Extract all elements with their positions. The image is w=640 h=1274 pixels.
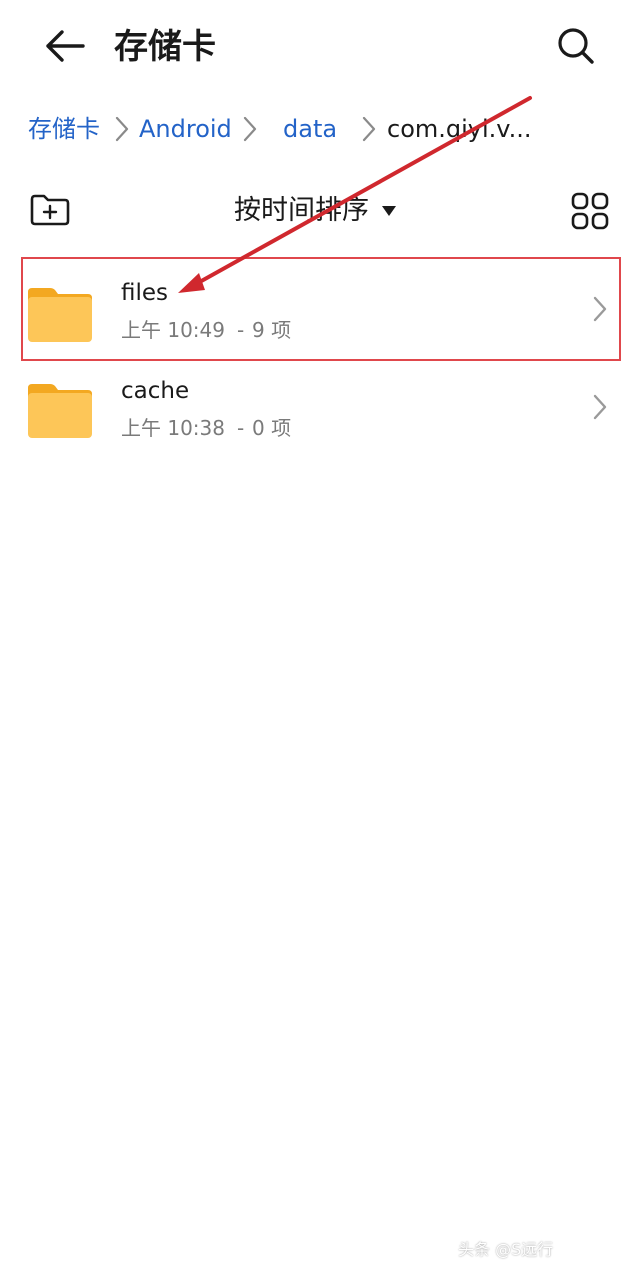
watermark: 头条 @S远行 xyxy=(458,1240,554,1259)
breadcrumb-item-current: com.qiyi.v... xyxy=(387,115,532,143)
page-title: 存储卡 xyxy=(114,27,216,67)
breadcrumb-item-android[interactable]: Android xyxy=(139,110,232,148)
item-time: 上午 10:38 xyxy=(121,416,225,440)
sort-dropdown[interactable]: 按时间排序 xyxy=(234,190,397,232)
item-count: 0 项 xyxy=(252,416,292,440)
item-time: 上午 10:49 xyxy=(121,318,225,342)
folder-add-icon xyxy=(30,194,70,226)
breadcrumb-item-data[interactable]: data xyxy=(283,110,337,148)
back-button[interactable] xyxy=(38,22,90,70)
item-name: files xyxy=(121,280,169,306)
list-item-cache[interactable]: cache 上午 10:38 - 0 项 xyxy=(0,358,640,456)
search-button[interactable] xyxy=(550,20,602,72)
item-count: 9 项 xyxy=(252,318,292,342)
item-name: cache xyxy=(121,378,190,404)
sort-label: 按时间排序 xyxy=(234,195,369,226)
folder-icon xyxy=(28,288,92,342)
chevron-right-icon xyxy=(362,116,376,142)
folder-icon xyxy=(28,384,92,438)
list-item-files[interactable]: files 上午 10:49 - 9 项 xyxy=(0,260,640,358)
chevron-right-icon xyxy=(593,296,607,322)
breadcrumb-item-storage-card[interactable]: 存储卡 xyxy=(28,110,100,148)
chevron-right-icon xyxy=(115,116,129,142)
grid-view-button[interactable] xyxy=(566,188,614,234)
new-folder-button[interactable] xyxy=(26,188,74,232)
arrow-left-icon xyxy=(46,30,85,62)
grid-view-icon xyxy=(571,192,609,230)
item-separator: - xyxy=(237,318,245,342)
caret-down-icon xyxy=(382,206,396,216)
item-separator: - xyxy=(237,416,245,440)
search-icon xyxy=(558,28,594,64)
chevron-right-icon xyxy=(243,116,257,142)
chevron-right-icon xyxy=(593,394,607,420)
